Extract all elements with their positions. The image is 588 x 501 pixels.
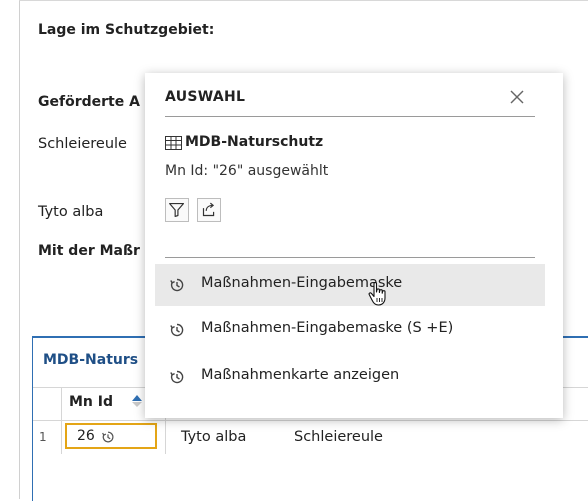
- cell-species-common: Schleiereule: [294, 429, 383, 445]
- layer-name: MDB-Naturschutz: [185, 134, 324, 150]
- clock-arrow-icon: [170, 278, 184, 292]
- cell-mn-id-value: 26: [77, 428, 95, 444]
- filter-icon: [169, 202, 185, 218]
- sort-icon[interactable]: [131, 393, 143, 409]
- form-border-top: [19, 0, 588, 1]
- menu-item-label: Maßnahmenkarte anzeigen: [201, 367, 400, 383]
- clock-arrow-icon[interactable]: [101, 430, 115, 444]
- popup-divider: [165, 257, 535, 258]
- promoted-label: Geförderte A: [38, 94, 140, 110]
- filter-button[interactable]: [165, 198, 189, 222]
- selection-info: Mn Id: "26" ausgewählt: [165, 163, 329, 179]
- row-number: 1: [39, 430, 47, 444]
- table-row[interactable]: 1 26 Tyto alba Schleiereule: [33, 420, 588, 455]
- form-border-left: [19, 0, 20, 499]
- selection-popup: AUSWAHL MDB-Naturschutz Mn Id: "26" ausg…: [145, 73, 563, 418]
- clock-arrow-icon: [170, 323, 184, 337]
- clock-arrow-icon: [170, 370, 184, 384]
- cell-mn-id[interactable]: 26: [65, 423, 157, 449]
- cell-species-latin: Tyto alba: [181, 429, 247, 445]
- close-icon[interactable]: [507, 87, 527, 107]
- column-header-mn-id[interactable]: Mn Id: [69, 394, 113, 410]
- location-label: Lage im Schutzgebiet:: [38, 22, 215, 38]
- export-button[interactable]: [197, 198, 221, 222]
- menu-item-label: Maßnahmen-Eingabemaske (S +E): [201, 320, 454, 336]
- export-icon: [202, 202, 215, 217]
- measure-label: Mit der Maßr: [38, 243, 140, 259]
- species-latin-value: Tyto alba: [38, 204, 104, 220]
- species-common-value: Schleiereule: [38, 136, 127, 152]
- popup-divider: [165, 116, 535, 117]
- table-title: MDB-Naturs: [43, 352, 139, 368]
- popup-title: AUSWAHL: [165, 89, 246, 105]
- hand-pointer-icon: [368, 282, 386, 306]
- table-icon: [165, 136, 182, 150]
- menu-item-eingabemaske[interactable]: Maßnahmen-Eingabemaske: [155, 264, 545, 306]
- menu-item-eingabemaske-se[interactable]: Maßnahmen-Eingabemaske (S +E): [155, 309, 545, 351]
- menu-item-massnahmenkarte[interactable]: Maßnahmenkarte anzeigen: [155, 356, 545, 398]
